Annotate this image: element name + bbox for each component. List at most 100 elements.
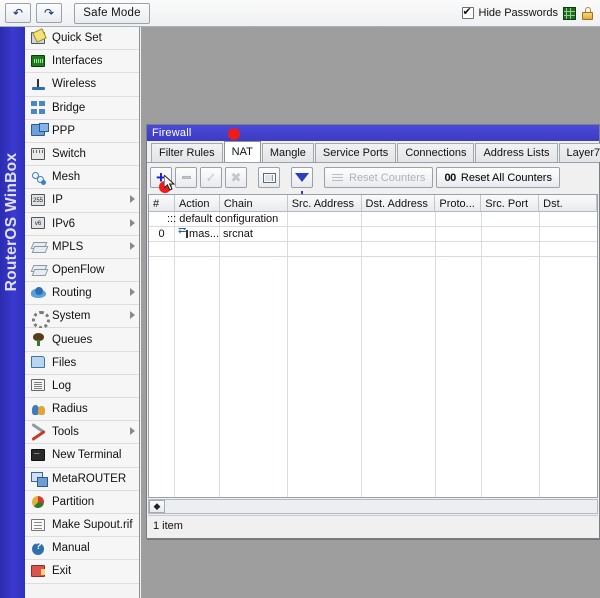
column-header-dst-address[interactable]: Dst. Address [362, 195, 436, 211]
toolbar-separator [252, 167, 253, 188]
check-icon: ✓ [205, 169, 217, 185]
sidebar-item-label: Log [52, 379, 72, 392]
ppp-icon [31, 123, 49, 137]
remove-rule-button[interactable] [175, 167, 197, 188]
sidebar-item-system[interactable]: System [25, 305, 139, 329]
openflow-icon [31, 263, 45, 275]
reset-counters-icon [332, 173, 344, 182]
sidebar-item-new-terminal[interactable]: New Terminal [25, 444, 139, 468]
scrollbar-thumb[interactable]: ◆ [149, 500, 165, 513]
switch-icon [31, 147, 45, 160]
sidebar-menu: Quick Set Interfaces Wireless Bridge PPP… [25, 27, 139, 584]
sidebar-item-switch[interactable]: Switch [25, 142, 139, 167]
tab-filter-rules[interactable]: Filter Rules [151, 143, 223, 162]
reset-counters-button[interactable]: Reset Counters [324, 167, 434, 188]
reset-all-counters-label: Reset All Counters [460, 171, 552, 184]
firewall-title-bar[interactable]: Firewall [147, 125, 599, 141]
sidebar-item-ppp[interactable]: PPP [25, 119, 139, 143]
safe-mode-button[interactable]: Safe Mode [74, 2, 150, 24]
column-header-protocol[interactable]: Proto... [435, 195, 482, 211]
chevron-right-icon [130, 195, 135, 204]
column-header-number[interactable]: # [149, 195, 175, 211]
sidebar: RouterOS WinBox Quick Set Interfaces Wir… [0, 27, 140, 598]
radius-icon [31, 403, 45, 415]
log-icon [31, 379, 45, 392]
reset-all-counters-button[interactable]: 00 Reset All Counters [436, 167, 560, 188]
hide-passwords-checkbox[interactable] [461, 5, 474, 19]
sidebar-item-label: Exit [52, 565, 72, 578]
toolbar-separator [318, 167, 319, 188]
sidebar-item-openflow[interactable]: OpenFlow [25, 258, 139, 283]
reset-all-counters-icon: 00 [444, 171, 456, 184]
files-icon [31, 356, 45, 369]
wireless-icon [31, 78, 45, 90]
sidebar-item-files[interactable]: Files [25, 351, 139, 375]
column-header-src-port[interactable]: Src. Port [481, 195, 540, 211]
sidebar-item-mesh[interactable]: Mesh [25, 166, 139, 190]
lock-icon[interactable] [581, 6, 594, 20]
table-row[interactable]: 0 mas... srcnat [149, 227, 597, 241]
sidebar-item-label: Mesh [52, 171, 81, 184]
tab-service-ports[interactable]: Service Ports [314, 143, 397, 162]
sidebar-item-metarouter[interactable]: MetaROUTER [25, 467, 139, 491]
quick-set-icon [31, 31, 45, 44]
column-header-chain[interactable]: Chain [220, 195, 288, 211]
sidebar-item-ipv6[interactable]: v6 IPv6 [25, 212, 139, 236]
firewall-status-bar: 1 item [148, 515, 598, 536]
mesh-icon [31, 171, 45, 183]
sidebar-item-routing[interactable]: Routing [25, 282, 139, 306]
sidebar-item-label: IPv6 [52, 217, 76, 230]
grid-icon[interactable] [563, 6, 576, 20]
sidebar-item-log[interactable]: Log [25, 374, 139, 398]
tab-connections[interactable]: Connections [397, 143, 475, 162]
table-body: ::: default configuration 0 mas... srcna… [149, 212, 597, 497]
sidebar-item-manual[interactable]: Manual [25, 537, 139, 561]
sidebar-item-bridge[interactable]: Bridge [25, 96, 139, 120]
sidebar-item-queues[interactable]: Queues [25, 328, 139, 352]
sidebar-item-label: MetaROUTER [52, 472, 127, 485]
sidebar-item-mpls[interactable]: MPLS [25, 235, 139, 259]
sidebar-item-label: Bridge [52, 101, 86, 114]
sidebar-item-interfaces[interactable]: Interfaces [25, 50, 139, 74]
sidebar-item-ip[interactable]: 255 IP [25, 189, 139, 213]
sidebar-item-label: Radius [52, 403, 88, 416]
cross-icon: ✖ [230, 169, 242, 185]
tab-label: NAT [231, 146, 253, 158]
column-header-dst-port[interactable]: Dst. [539, 195, 597, 211]
table-header-row: # Action Chain Src. Address Dst. Address… [149, 195, 597, 212]
brand-label: RouterOS WinBox [3, 152, 20, 292]
tab-nat[interactable]: NAT [223, 141, 261, 162]
column-header-src-address[interactable]: Src. Address [288, 195, 362, 211]
sidebar-item-partition[interactable]: Partition [25, 490, 139, 514]
sidebar-item-label: Files [52, 356, 77, 369]
undo-button[interactable]: ↶ [5, 3, 31, 23]
sidebar-item-wireless[interactable]: Wireless [25, 73, 139, 97]
masquerade-icon [178, 228, 189, 239]
sidebar-item-exit[interactable]: Exit [25, 560, 139, 584]
sidebar-item-label: MPLS [52, 240, 84, 253]
ip-icon: 255 [31, 193, 45, 206]
disable-rule-button[interactable]: ✖ [225, 167, 247, 188]
safe-mode-label: Safe Mode [83, 7, 141, 19]
sidebar-item-quick-set[interactable]: Quick Set [25, 27, 139, 51]
chevron-right-icon [130, 311, 135, 320]
sidebar-item-label: Interfaces [52, 55, 103, 68]
funnel-icon [295, 173, 309, 195]
comment-button[interactable] [258, 167, 280, 188]
horizontal-scrollbar[interactable]: ◆ [148, 499, 598, 514]
tab-layer7-protocols[interactable]: Layer7 Pro [558, 143, 600, 162]
enable-rule-button[interactable]: ✓ [200, 167, 222, 188]
redo-button[interactable]: ↷ [36, 3, 62, 23]
tab-mangle[interactable]: Mangle [261, 143, 314, 162]
column-header-action[interactable]: Action [175, 195, 220, 211]
sidebar-item-radius[interactable]: Radius [25, 398, 139, 422]
sidebar-item-tools[interactable]: Tools [25, 421, 139, 445]
tab-address-lists[interactable]: Address Lists [475, 143, 558, 162]
sidebar-item-make-supout[interactable]: Make Supout.rif [25, 513, 139, 538]
table-comment-row[interactable]: ::: default configuration [149, 212, 597, 226]
nat-rules-table: # Action Chain Src. Address Dst. Address… [148, 194, 598, 498]
make-supout-icon [31, 518, 45, 531]
filter-button[interactable] [291, 167, 313, 195]
cell-number: 0 [158, 228, 165, 240]
sidebar-item-label: Quick Set [52, 32, 102, 45]
